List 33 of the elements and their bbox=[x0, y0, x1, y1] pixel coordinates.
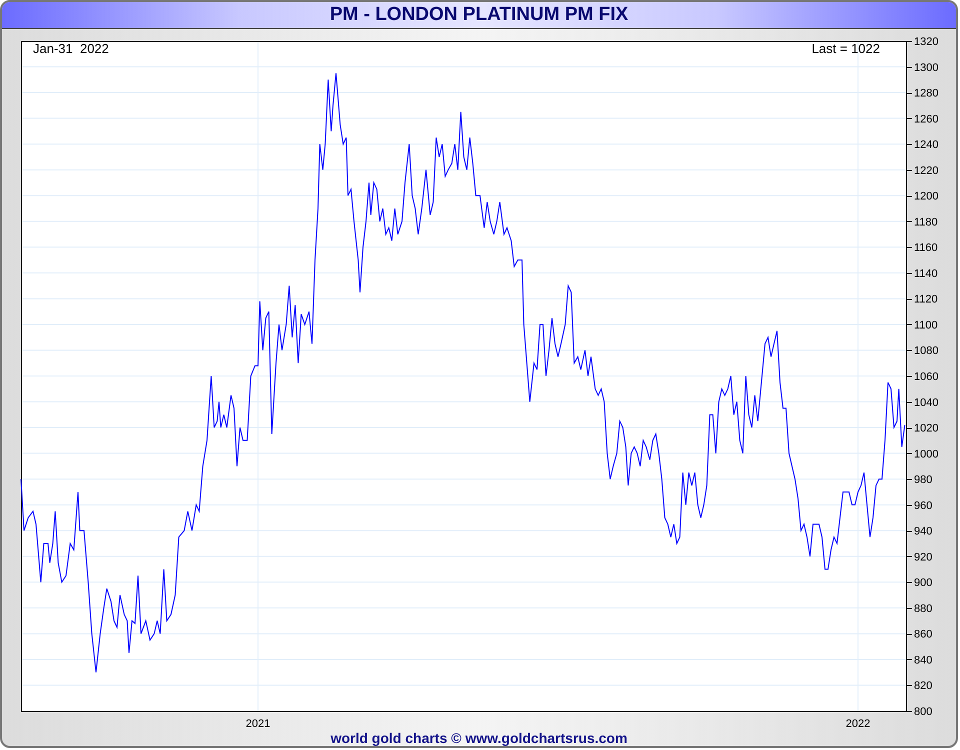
y-tick-label: 840 bbox=[914, 654, 932, 666]
y-tick-label: 1080 bbox=[914, 345, 938, 358]
y-tick-label: 1320 bbox=[914, 36, 938, 48]
y-tick-label: 1200 bbox=[914, 190, 938, 203]
y-tick-label: 1300 bbox=[914, 62, 938, 74]
y-tick-label: 1140 bbox=[914, 268, 938, 280]
x-tick-label: 2022 bbox=[846, 718, 870, 730]
y-tick-label: 1160 bbox=[914, 242, 938, 254]
y-tick-label: 960 bbox=[914, 500, 932, 512]
y-tick-label: 860 bbox=[914, 628, 932, 641]
date-label: Jan-31 2022 bbox=[33, 41, 109, 57]
y-tick-label: 940 bbox=[914, 526, 932, 538]
y-tick-label: 1020 bbox=[914, 422, 938, 435]
y-tick-label: 1060 bbox=[914, 371, 938, 383]
y-tick-label: 1260 bbox=[914, 113, 938, 126]
last-value-label: Last = 1022 bbox=[812, 41, 880, 57]
y-tick-label: 1040 bbox=[914, 396, 938, 409]
y-tick-label: 1100 bbox=[914, 319, 938, 332]
y-tick-label: 900 bbox=[914, 577, 932, 590]
y-tick-label: 920 bbox=[914, 551, 932, 564]
y-tick-label: 980 bbox=[914, 474, 932, 486]
y-tick-label: 880 bbox=[914, 602, 932, 615]
y-tick-label: 1280 bbox=[914, 88, 938, 100]
y-tick-label: 1220 bbox=[914, 164, 938, 177]
y-tick-label: 820 bbox=[914, 680, 932, 692]
y-tick-label: 1180 bbox=[914, 216, 938, 228]
y-tick-label: 1000 bbox=[914, 448, 938, 460]
x-tick-label: 2021 bbox=[246, 718, 270, 730]
chart-title: PM - LONDON PLATINUM PM FIX bbox=[2, 2, 956, 29]
y-tick-label: 1240 bbox=[914, 139, 938, 152]
y-tick-label: 800 bbox=[914, 706, 932, 718]
footer-credit: world gold charts © www.goldchartsrus.com bbox=[330, 730, 628, 746]
y-tick-label: 1120 bbox=[914, 294, 938, 306]
